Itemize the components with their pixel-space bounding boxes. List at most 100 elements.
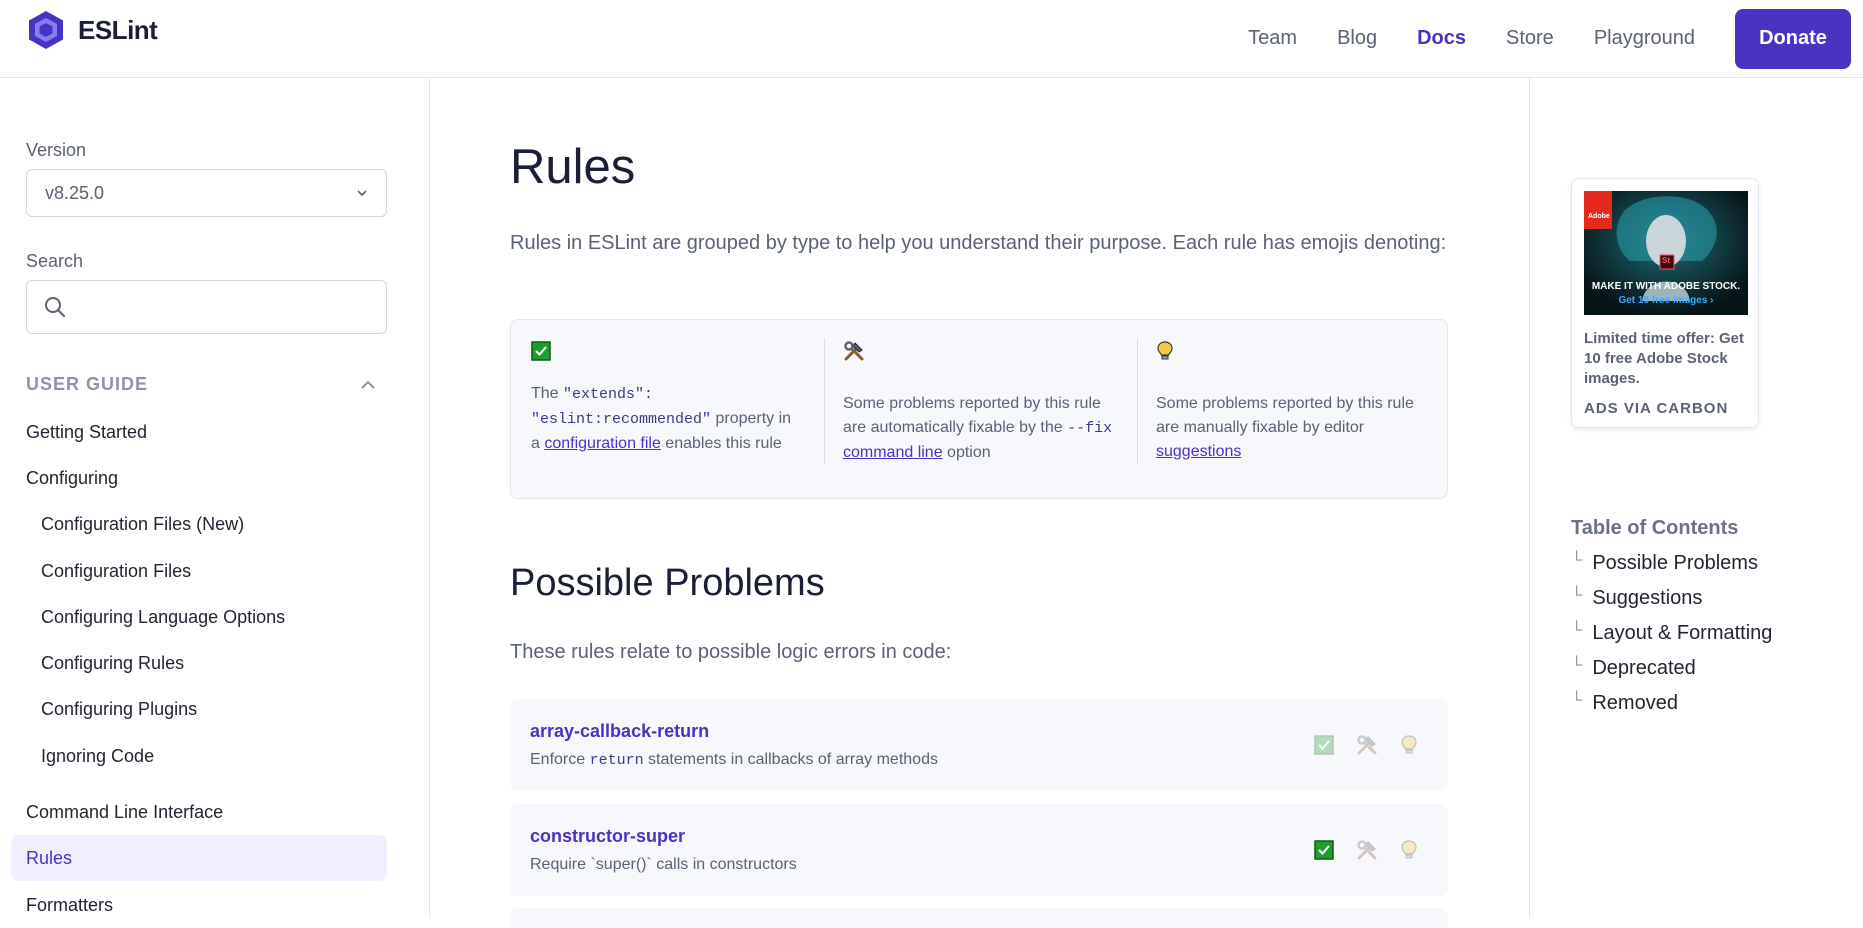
check-mark-icon — [531, 341, 551, 361]
legend-recommended: The "extends": "eslint:recommended" prop… — [531, 340, 803, 456]
toc-item-removed[interactable]: └ Removed — [1571, 692, 1678, 715]
ad-brand-mark: Adobe — [1588, 213, 1610, 220]
legend-fixable: Some problems reported by this rule are … — [843, 340, 1115, 465]
sidebar-item-formatters[interactable]: Formatters — [26, 895, 113, 916]
legend-divider — [1137, 338, 1138, 464]
ads-via-carbon[interactable]: ADS VIA CARBON — [1584, 400, 1728, 417]
search-label: Search — [26, 251, 84, 271]
ad-image-subline: Get 10 free images › — [1618, 295, 1714, 306]
rule-badges — [1314, 734, 1418, 756]
toc-heading: Table of Contents — [1571, 517, 1739, 539]
check-mark-icon — [1314, 840, 1334, 860]
rule-badges — [1314, 839, 1418, 861]
wrench-hammer-icon — [1357, 735, 1377, 755]
section-description: These rules relate to possible logic err… — [510, 641, 952, 663]
rule-link-constructor-super[interactable]: constructor-super — [530, 826, 685, 847]
sidebar-item-ignoring-code[interactable]: Ignoring Code — [41, 746, 154, 767]
rule-description: Enforce return statements in callbacks o… — [530, 751, 938, 769]
toc-item-label: Possible Problems — [1592, 552, 1758, 574]
sidebar-item-config-files[interactable]: Configuration Files — [41, 561, 191, 582]
user-guide-toggle[interactable]: USER GUIDE — [26, 374, 387, 395]
search-icon — [45, 297, 65, 317]
brand-logo[interactable]: ESLint — [26, 10, 158, 50]
rule-desc-pre: Enforce — [530, 751, 590, 768]
rule-desc-pre: Require `super()` calls in constructors — [530, 856, 797, 873]
ad-image-headline: MAKE IT WITH ADOBE STOCK. — [1591, 281, 1741, 292]
section-heading-possible-problems: Possible Problems — [510, 562, 825, 604]
chevron-down-icon — [357, 190, 367, 197]
toc-item-label: Deprecated — [1592, 657, 1696, 679]
tree-branch-icon: └ — [1571, 552, 1583, 569]
site-header: ESLint Team Blog Docs Store Playground D… — [0, 0, 1863, 78]
version-value: v8.25.0 — [45, 183, 105, 203]
search-box — [26, 280, 387, 334]
toc-item-suggestions[interactable]: └ Suggestions — [1571, 587, 1702, 610]
wrench-hammer-icon — [844, 341, 864, 361]
lightbulb-icon — [1401, 735, 1417, 754]
version-select[interactable]: v8.25.0 — [26, 169, 387, 217]
toc-item-label: Layout & Formatting — [1592, 622, 1773, 644]
rule-desc-code: return — [589, 752, 644, 769]
rule-legend: The "extends": "eslint:recommended" prop… — [510, 319, 1448, 499]
legend-fixable-code: --fix — [1067, 420, 1113, 437]
top-nav: Team Blog Docs Store Playground Donate — [1228, 0, 1863, 77]
brand-name: ESLint — [78, 14, 158, 45]
nav-blog[interactable]: Blog — [1337, 27, 1377, 50]
check-mark-icon — [1314, 735, 1334, 755]
toc-item-possible-problems[interactable]: └ Possible Problems — [1571, 552, 1758, 575]
lightbulb-icon — [1401, 840, 1417, 859]
page-intro: Rules in ESLint are grouped by type to h… — [510, 232, 1447, 254]
rule-card: constructor-super Require `super()` call… — [510, 804, 1448, 896]
ad-product-mark: St — [1662, 256, 1670, 265]
tree-branch-icon: └ — [1571, 692, 1583, 709]
toc-item-label: Removed — [1592, 692, 1678, 714]
ad-text[interactable]: Limited time offer: Get 10 free Adobe St… — [1584, 329, 1748, 389]
chevron-up-icon — [361, 380, 375, 389]
rule-link-array-callback-return[interactable]: array-callback-return — [530, 721, 709, 742]
sidebar-item-getting-started[interactable]: Getting Started — [26, 422, 147, 443]
rule-desc-post: statements in callbacks of array methods — [643, 751, 938, 768]
toc-item-label: Suggestions — [1592, 587, 1703, 609]
suggestions-link[interactable]: suggestions — [1156, 443, 1241, 460]
configuration-file-link[interactable]: configuration file — [544, 435, 661, 452]
donate-button[interactable]: Donate — [1735, 8, 1851, 69]
legend-suggestions: Some problems reported by this rule are … — [1156, 340, 1428, 464]
eslint-logo-icon — [29, 11, 63, 49]
command-line-link[interactable]: command line — [843, 444, 943, 461]
tree-branch-icon: └ — [1571, 622, 1583, 639]
legend-fixable-pre: Some problems reported by this rule are … — [843, 395, 1101, 436]
nav-team[interactable]: Team — [1248, 27, 1297, 50]
nav-docs[interactable]: Docs — [1417, 27, 1466, 50]
rule-card — [510, 908, 1448, 928]
wrench-hammer-icon — [1357, 840, 1377, 860]
docs-sidebar: Version v8.25.0 Search USER GUIDE Gettin… — [0, 78, 430, 918]
tree-branch-icon: └ — [1571, 657, 1583, 674]
ad-image[interactable]: Adobe St MAKE IT WITH ADOBE STOCK. Get 1… — [1584, 191, 1748, 315]
version-label: Version — [26, 140, 87, 160]
tree-branch-icon: └ — [1571, 587, 1583, 604]
legend-fixable-post: option — [942, 444, 991, 461]
user-guide-heading: USER GUIDE — [26, 374, 149, 394]
search-input[interactable] — [77, 289, 371, 327]
nav-store[interactable]: Store — [1506, 27, 1554, 50]
sidebar-item-configuring[interactable]: Configuring — [26, 468, 118, 489]
sidebar-item-configuring-rules[interactable]: Configuring Rules — [41, 653, 184, 674]
sidebar-item-config-files-new[interactable]: Configuration Files (New) — [41, 514, 244, 535]
legend-recommended-post: enables this rule — [660, 435, 782, 452]
toc-item-layout-formatting[interactable]: └ Layout & Formatting — [1571, 622, 1772, 645]
legend-suggestions-pre: Some problems reported by this rule are … — [1156, 395, 1414, 436]
sidebar-item-configuring-plugins[interactable]: Configuring Plugins — [41, 699, 197, 720]
carbon-ad[interactable]: Adobe St MAKE IT WITH ADOBE STOCK. Get 1… — [1571, 178, 1759, 428]
page-title: Rules — [510, 140, 636, 194]
nav-playground[interactable]: Playground — [1594, 27, 1695, 50]
rule-card: array-callback-return Enforce return sta… — [510, 699, 1448, 791]
lightbulb-icon — [1157, 341, 1173, 360]
sidebar-item-cli[interactable]: Command Line Interface — [26, 802, 223, 823]
legend-divider — [824, 338, 825, 464]
sidebar-item-language-options[interactable]: Configuring Language Options — [41, 607, 285, 628]
sidebar-item-rules[interactable]: Rules — [11, 835, 387, 881]
rule-description: Require `super()` calls in constructors — [530, 856, 797, 874]
legend-recommended-pre: The — [531, 385, 564, 402]
toc-item-deprecated[interactable]: └ Deprecated — [1571, 657, 1696, 680]
right-column: Adobe St MAKE IT WITH ADOBE STOCK. Get 1… — [1529, 78, 1863, 918]
